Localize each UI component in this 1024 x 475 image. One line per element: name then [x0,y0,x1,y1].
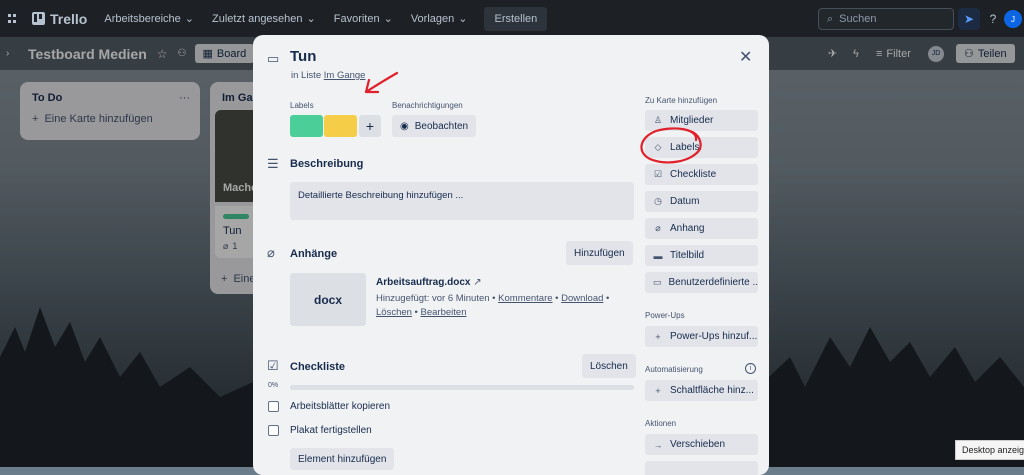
paperclip-icon: ⌀ [655,223,661,233]
desktop-tooltip: Desktop anzeigen [955,440,1024,460]
labels-button[interactable]: ◇ Labels [645,137,758,158]
checkbox[interactable] [268,401,279,412]
checklist-heading: Checkliste [290,361,346,373]
card-detail-modal: ▭ Tun in Liste Im Gange ✕ Labels + Benac… [253,35,769,475]
card-icon: ▭ [267,51,280,66]
description-heading: Beschreibung [290,158,364,170]
checklist-item[interactable]: Arbeitsblätter kopieren [268,401,390,412]
add-to-card-heading: Zu Karte hinzufügen [645,96,718,105]
date-button[interactable]: ◷ Datum [645,191,758,212]
arrow-right-icon: → [653,439,663,450]
notifications-heading: Benachrichtigungen [392,101,463,110]
trello-logo-icon [32,12,45,25]
account-avatar[interactable]: J [1004,10,1022,28]
search-icon: ⌕ [827,12,834,25]
chevron-down-icon: ⌄ [383,13,393,25]
checklist-item[interactable]: Plakat fertigstellen [268,425,372,436]
move-button[interactable]: → Verschieben [645,434,758,455]
plus-icon: + [655,331,661,342]
description-icon: ☰ [267,156,279,171]
actions-heading: Aktionen [645,419,677,428]
action-button[interactable] [645,461,758,475]
custom-fields-icon: ▭ [653,277,662,287]
chevron-down-icon: ⌄ [306,13,316,25]
cover-button[interactable]: ▬ Titelbild [645,245,758,266]
checklist-progress-bar [290,385,634,390]
add-label-button[interactable]: + [359,115,381,137]
edit-attachment-link[interactable]: Bearbeiten [421,307,467,318]
card-title[interactable]: Tun [290,48,316,65]
app-switcher-icon[interactable] [8,13,18,24]
attachment-thumbnail[interactable]: docx [290,273,366,326]
add-attachment-button[interactable]: Hinzufügen [566,241,633,265]
checkbox-icon: ☑ [653,169,663,179]
powerups-heading: Power-Ups [645,311,685,320]
attachments-heading: Anhänge [290,248,338,260]
attachment-meta: Hinzugefügt: vor 6 Minuten • Kommentare … [376,293,610,318]
plus-icon: + [655,385,661,396]
info-icon[interactable]: i [745,363,756,374]
chevron-down-icon: ⌄ [458,13,468,25]
clock-icon: ◷ [654,196,662,206]
notifications-icon[interactable]: ➤ [958,8,980,30]
checkbox[interactable] [268,425,279,436]
download-link[interactable]: Download [561,293,603,304]
attachment-button[interactable]: ⌀ Anhang [645,218,758,239]
help-icon[interactable]: ? [982,8,1004,30]
label-green[interactable] [290,115,323,137]
menu-workspaces[interactable]: Arbeitsbereiche ⌄ [95,6,203,32]
menu-recent[interactable]: Zuletzt angesehen ⌄ [203,6,325,32]
menu-templates[interactable]: Vorlagen ⌄ [402,6,477,32]
checklist-button[interactable]: ☑ Checkliste [645,164,758,185]
watch-button[interactable]: ◉ Beobachten [392,115,477,137]
search-input[interactable]: ⌕ Suchen [818,8,954,30]
trello-logo[interactable]: Trello [18,11,95,27]
eye-icon: ◉ [400,120,409,132]
cover-icon: ▬ [653,250,663,261]
custom-fields-button[interactable]: ▭ Benutzerdefinierte ... [645,272,758,293]
delete-checklist-button[interactable]: Löschen [582,354,636,378]
add-powerups-button[interactable]: + Power-Ups hinzuf... [645,326,758,347]
list-link[interactable]: Im Gange [324,70,366,81]
person-icon: ♙ [653,115,663,125]
add-button-automation[interactable]: + Schaltfläche hinz... [645,380,758,401]
tag-icon: ◇ [654,142,662,152]
checklist-progress-text: 0% [268,382,279,389]
comments-link[interactable]: Kommentare [498,293,552,304]
paperclip-icon: ⌀ [267,245,275,260]
labels-heading: Labels [290,101,314,110]
create-button[interactable]: Erstellen [484,6,548,31]
description-input[interactable]: Detaillierte Beschreibung hinzufügen ... [290,182,634,220]
delete-attachment-link[interactable]: Löschen [376,307,412,318]
automation-heading: Automatisierung [645,365,703,374]
label-yellow[interactable] [324,115,357,137]
external-link-icon: ↗ [473,277,482,288]
attachment-name[interactable]: Arbeitsauftrag.docx ↗ [376,277,482,288]
in-list-text: in Liste Im Gange [291,70,366,81]
checklist-icon: ☑ [267,358,279,373]
chevron-down-icon: ⌄ [184,13,195,25]
menu-favorites[interactable]: Favoriten ⌄ [325,6,402,32]
members-button[interactable]: ♙ Mitglieder [645,110,758,131]
close-icon[interactable]: ✕ [739,47,752,67]
